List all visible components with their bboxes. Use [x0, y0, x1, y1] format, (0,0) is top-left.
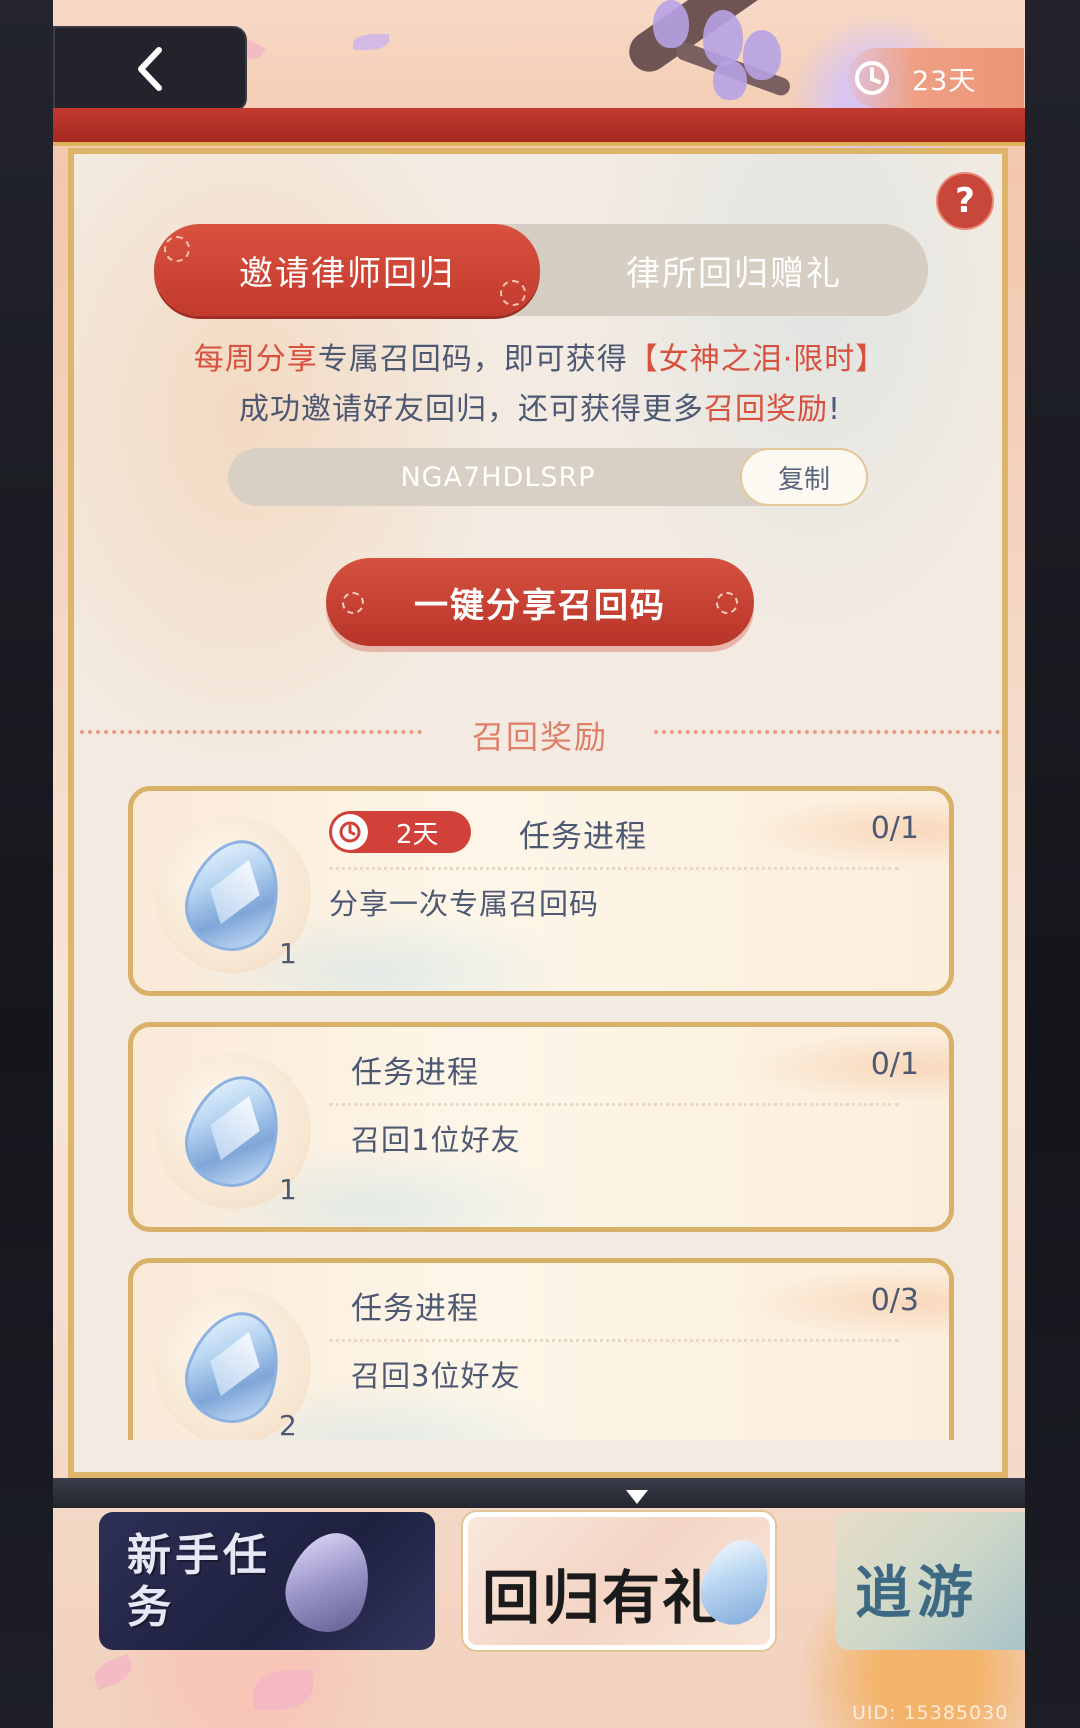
task-description: 召回3位好友	[351, 1359, 521, 1393]
event-tab-leisure[interactable]: 逍游	[835, 1512, 1025, 1650]
description-text: 成功邀请好友回归，还可获得更多	[238, 392, 704, 427]
tab-label: 律所回归赠礼	[626, 253, 842, 294]
down-arrow-icon	[626, 1490, 648, 1504]
description-line-1: 每周分享专属召回码，即可获得【女神之泪·限时】	[70, 334, 1010, 378]
goddess-tear-gem-icon	[173, 1063, 295, 1199]
task-progress: 0/3	[870, 1283, 919, 1318]
section-title: 召回奖励	[471, 718, 608, 756]
flower-ornament-icon	[342, 592, 364, 614]
tab-invite-lawyer[interactable]: 邀请律师回归	[154, 224, 540, 316]
invite-code-bar: NGA7HDLSRP 复制	[228, 448, 868, 506]
invite-code-text: NGA7HDLSRP	[400, 461, 596, 493]
share-code-button[interactable]: 一键分享召回码	[326, 558, 754, 646]
task-title: 任务进程	[351, 1291, 479, 1327]
petal	[90, 1653, 136, 1691]
event-tab-label: 回归有礼	[482, 1564, 723, 1632]
event-tab-return-gift[interactable]: 回归有礼	[463, 1512, 775, 1650]
divider	[329, 1103, 899, 1106]
wisteria-flower	[743, 30, 781, 80]
event-tab-label: 新手任务	[127, 1530, 271, 1633]
task-progress: 0/1	[870, 811, 919, 846]
panel-footer-strip	[53, 1478, 1025, 1508]
task-title: 任务进程	[351, 1055, 479, 1091]
event-timer-text: 23天	[912, 65, 977, 97]
highlight-text: 每周分享	[193, 342, 318, 377]
event-tab-bar: 新手任务 回归有礼 逍游	[53, 1508, 1025, 1650]
task-card[interactable]: 1 2天 任务进程 0/1 分享一次专属召回码	[128, 786, 954, 996]
divider	[329, 1339, 899, 1342]
task-card[interactable]: 1 任务进程 0/1 召回1位好友	[128, 1022, 954, 1232]
reward-count: 1	[279, 1173, 297, 1206]
task-progress: 0/1	[870, 1047, 919, 1082]
reward-highlight: 【女神之泪·限时】	[627, 342, 887, 377]
event-tab-label: 逍游	[855, 1560, 979, 1626]
wisteria-flower	[703, 10, 743, 66]
tab-bar: 邀请律师回归 律所回归赠礼	[154, 224, 928, 316]
description-line-2: 成功邀请好友回归，还可获得更多召回奖励!	[70, 384, 1010, 428]
petal	[353, 34, 389, 50]
clock-icon	[332, 814, 368, 850]
task-timer-text: 2天	[396, 819, 439, 850]
highlight-text: 召回奖励	[703, 392, 828, 427]
tab-label: 邀请律师回归	[239, 253, 455, 294]
red-banner	[53, 108, 1025, 146]
uid-label: UID: 15385030	[852, 1702, 1009, 1724]
right-margin	[1025, 0, 1080, 1728]
flower-ornament-icon	[716, 592, 738, 614]
task-description: 召回1位好友	[351, 1123, 521, 1157]
description-text: 专属召回码，即可获得	[317, 342, 628, 377]
back-button[interactable]	[53, 26, 247, 112]
help-button[interactable]: ?	[936, 172, 994, 230]
task-list: 1 2天 任务进程 0/1 分享一次专属召回码 1 任务进程 0/1 召回1位好…	[128, 786, 954, 1440]
clock-icon	[855, 61, 889, 95]
task-description: 分享一次专属召回码	[329, 887, 600, 921]
event-tab-newbie-tasks[interactable]: 新手任务	[99, 1512, 435, 1650]
flower	[253, 1670, 313, 1710]
divider	[329, 867, 899, 870]
task-timer-chip: 2天	[329, 811, 471, 853]
flower-ornament-icon	[500, 280, 526, 306]
task-title: 任务进程	[519, 819, 647, 855]
wisteria-flower	[713, 60, 747, 100]
chevron-left-icon	[138, 47, 162, 91]
goddess-tear-gem-icon	[173, 827, 295, 963]
wisteria-flower	[653, 0, 689, 48]
reward-count: 2	[279, 1409, 297, 1440]
reward-count: 1	[279, 937, 297, 970]
left-margin	[0, 0, 53, 1728]
event-timer-badge: 23天	[848, 48, 1024, 108]
divider	[654, 730, 1000, 734]
reward-section-header: 召回奖励	[70, 706, 1010, 756]
share-button-label: 一键分享召回码	[414, 585, 666, 626]
task-card[interactable]: 2 任务进程 0/3 召回3位好友	[128, 1258, 954, 1440]
description-text: !	[827, 392, 842, 427]
copy-button[interactable]: 复制	[740, 448, 868, 506]
question-icon: ?	[955, 181, 975, 221]
gem-icon	[275, 1522, 383, 1642]
flower-ornament-icon	[164, 236, 190, 262]
goddess-tear-gem-icon	[173, 1299, 295, 1435]
tab-firm-return-gift[interactable]: 律所回归赠礼	[540, 224, 928, 316]
